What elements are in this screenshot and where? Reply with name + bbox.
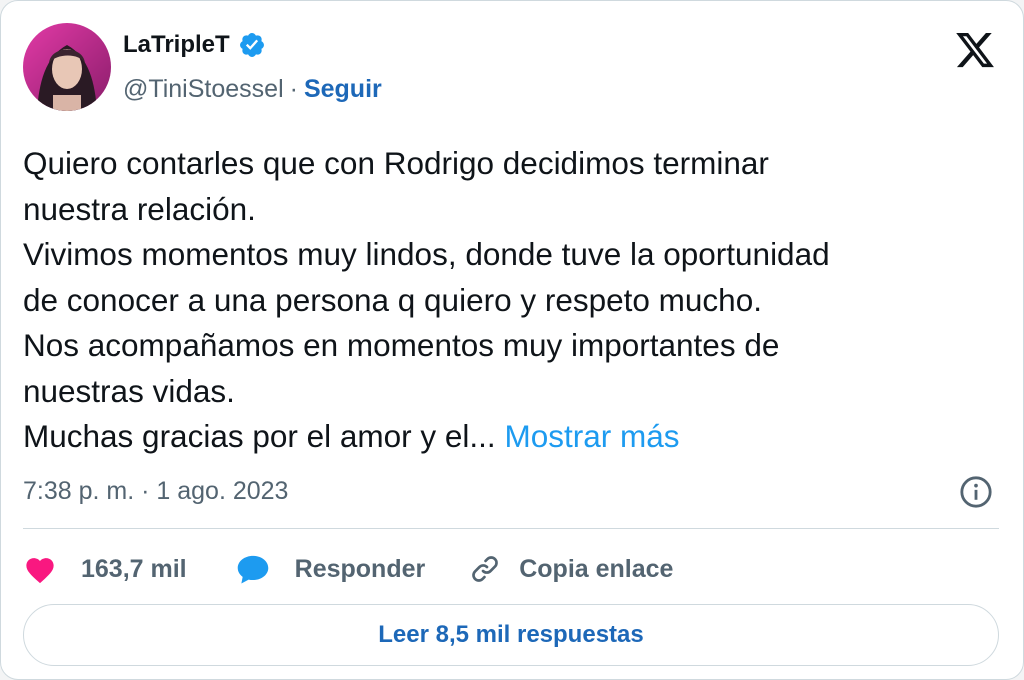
tweet-line: Nos acompañamos en momentos muy importan… bbox=[23, 327, 780, 363]
info-icon[interactable] bbox=[959, 475, 993, 509]
tweet-line: nuestra relación. bbox=[23, 190, 256, 227]
tweet-line: Muchas gracias por el amor y el... bbox=[23, 418, 496, 454]
tweet-timestamp[interactable]: 7:38 p. m. · 1 ago. 2023 bbox=[23, 477, 288, 506]
heart-icon bbox=[23, 554, 57, 584]
reply-label: Responder bbox=[294, 554, 426, 583]
verified-badge-icon bbox=[238, 31, 266, 59]
speech-bubble-icon bbox=[235, 553, 271, 585]
follow-button[interactable]: Seguir bbox=[304, 75, 382, 104]
tweet-line: de conocer a una persona q quiero y resp… bbox=[23, 281, 762, 318]
tweet-line: Vivimos momentos muy lindos, donde tuve … bbox=[23, 236, 830, 272]
tweet-line: nuestras vidas. bbox=[23, 372, 235, 409]
author-handle-row: @TiniStoessel · Seguir bbox=[123, 75, 382, 104]
tweet-card: LaTripleT @TiniStoessel · Seguir Quiero … bbox=[0, 0, 1024, 680]
action-bar: 163,7 mil Responder Copia enlace bbox=[23, 549, 673, 589]
copy-link-button[interactable]: Copia enlace bbox=[469, 553, 673, 585]
like-count: 163,7 mil bbox=[81, 554, 187, 583]
show-more-link[interactable]: Mostrar más bbox=[504, 418, 679, 454]
author-avatar[interactable] bbox=[23, 23, 111, 111]
x-logo-icon[interactable] bbox=[953, 29, 997, 71]
handle-separator: · bbox=[289, 75, 298, 103]
author-handle[interactable]: @TiniStoessel bbox=[123, 75, 284, 104]
link-icon bbox=[469, 553, 501, 585]
tweet-line: Quiero contarles que con Rodrigo decidim… bbox=[23, 145, 769, 181]
read-replies-button[interactable]: Leer 8,5 mil respuestas bbox=[23, 604, 999, 666]
author-name[interactable]: LaTripleT bbox=[123, 31, 230, 59]
divider bbox=[23, 528, 999, 529]
tweet-last-line: Muchas gracias por el amor y el... Mostr… bbox=[23, 414, 1003, 460]
copy-link-label: Copia enlace bbox=[519, 554, 674, 583]
tweet-text: Quiero contarles que con Rodrigo decidim… bbox=[23, 141, 1003, 460]
like-button[interactable]: 163,7 mil bbox=[23, 554, 187, 584]
reply-button[interactable]: Responder bbox=[235, 553, 426, 585]
author-name-row: LaTripleT bbox=[123, 31, 266, 59]
